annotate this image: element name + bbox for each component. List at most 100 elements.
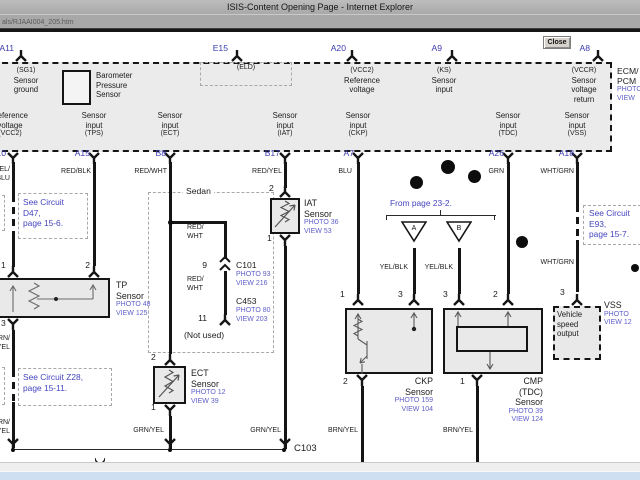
label-iat-sensor: IATSensorPHOTO 36VIEW 53 (304, 198, 339, 236)
label-ckp-sensor-line-3[interactable]: VIEW 104 (360, 406, 433, 415)
label-pin-a11-line-0[interactable]: A11 (0, 43, 14, 53)
label-wc-brnyel-1-line-0: BRN/YEL (310, 427, 358, 436)
label-vccr-line-0: (VCCR) (556, 67, 612, 76)
label-note-e93-line-2[interactable]: page 15-7. (589, 229, 630, 240)
label-cmp-2-line-0: 2 (493, 289, 498, 299)
label-note-d47-line-0[interactable]: See Circuit (23, 197, 64, 208)
label-ect-sensor-line-3[interactable]: VIEW 39 (191, 398, 226, 407)
label-ecm-pcm-line-3[interactable]: VIEW (617, 95, 640, 104)
label-c453-view-line-0[interactable]: VIEW 203 (236, 316, 268, 325)
label-vss-3-line-0: 3 (560, 287, 565, 297)
label-note-e93-line-1[interactable]: E93, (589, 219, 630, 230)
tri-b-wire (458, 248, 461, 294)
label-ecm-pcm-line-1: PCM (617, 76, 640, 86)
connector-pin-tp-pin1 (7, 266, 19, 278)
label-cmp-sensor-line-4[interactable]: VIEW 124 (470, 416, 543, 425)
label-ect-sensor-line-1: Sensor (191, 379, 226, 390)
tp-wire-b (12, 237, 15, 267)
label-iat-1: 1 (267, 233, 272, 243)
label-tp-1-line-0: 1 (1, 260, 6, 270)
label-tp-sensor-line-3[interactable]: VIEW 125 (116, 310, 151, 319)
label-input-ckp: Sensorinput(CKP) (329, 111, 387, 139)
label-wc-grnyel-4-line-0: GRN/YEL (233, 427, 281, 436)
label-ecm-pcm-line-2[interactable]: PHOTO (617, 86, 640, 95)
label-ckp-sensor-line-2[interactable]: PHOTO 159 (360, 397, 433, 406)
label-ect-sensor-line-0: ECT (191, 368, 226, 379)
b8-wire (169, 162, 172, 354)
label-pin-a7-line-0[interactable]: A7 (332, 148, 354, 158)
label-ckp-1-line-0: 1 (340, 289, 345, 299)
c103-dot-1 (11, 448, 16, 453)
label-vehicle-speed-line-0: Vehicle (557, 310, 582, 320)
label-pin-a18-line-0[interactable]: A18 (548, 148, 574, 158)
branch-triangle-a: A (401, 221, 427, 248)
connector-pin-cmp-pin3 (453, 294, 465, 306)
label-tp-sensor-line-2[interactable]: PHOTO 48 (116, 301, 151, 310)
browser-window: ISIS-Content Opening Page - Internet Exp… (0, 0, 640, 480)
label-tp-sensor-line-1: Sensor (116, 291, 151, 302)
connector-pin-ect-pin2 (164, 354, 176, 366)
label-wc-redwht-line-0: RED/WHT (119, 168, 167, 177)
label-pin-a10-line-0[interactable]: A10 (0, 148, 6, 158)
label-ckp-3: 3 (398, 289, 403, 299)
label-cmp-1-line-0: 1 (460, 376, 465, 386)
label-vss-sensor-line-1[interactable]: PHOTO (604, 311, 632, 320)
c103-line (12, 449, 286, 450)
label-cmp-sensor-line-3[interactable]: PHOTO 39 (470, 408, 543, 417)
cmp-coil-leads-symbol (443, 308, 543, 379)
label-c101-photo-line-0[interactable]: PHOTO 93 (236, 271, 271, 280)
label-pin-a7: A7 (332, 148, 354, 158)
label-note-frompage-line-0[interactable]: From page 23-2. (390, 198, 452, 209)
label-pin-b17-line-0[interactable]: B17 (254, 148, 280, 158)
label-iat-sensor-line-3[interactable]: VIEW 53 (304, 228, 339, 237)
label-wc-redwht-1-line-0: RED/ (187, 224, 204, 233)
label-pin-b8-line-0[interactable]: B8 (146, 148, 166, 158)
label-pin-a18: A18 (548, 148, 574, 158)
label-wc-redwht: RED/WHT (119, 168, 167, 177)
label-note-z28-line-0[interactable]: See Circuit Z28, (23, 372, 83, 383)
connector-pin-a9 (446, 50, 458, 62)
label-pin-a11: A11 (0, 43, 14, 53)
label-pin-a26-line-0[interactable]: A26 (478, 148, 504, 158)
label-wc-whtgrn: WHT/GRN (522, 168, 574, 177)
label-ckp-sensor-line-0: CKP (360, 376, 433, 387)
ect-thermistor-symbol (153, 366, 186, 409)
label-ect-2: 2 (151, 352, 156, 362)
label-eld: (ELD) (200, 64, 292, 73)
label-c101-view-line-0[interactable]: VIEW 216 (236, 280, 268, 289)
artifact-dot-4 (516, 236, 528, 248)
label-pin-a15-line-0[interactable]: A15 (64, 148, 90, 158)
label-iat-1-line-0: 1 (267, 233, 272, 243)
artifact-dot-5 (631, 264, 639, 272)
iat-wire-a (284, 162, 287, 188)
label-note-e93-line-0[interactable]: See Circuit (589, 208, 630, 219)
label-input-ect-line-0: Sensor (141, 111, 199, 121)
label-ect-sensor-line-2[interactable]: PHOTO 12 (191, 389, 226, 398)
label-pin-e15-line-0[interactable]: E15 (202, 43, 228, 53)
label-input-tdc-line-1: input (479, 121, 537, 131)
label-vss-sensor-line-2[interactable]: VIEW 12 (604, 319, 632, 328)
label-note-z28-line-1[interactable]: page 15-11. (23, 383, 83, 394)
label-c101: C101 (236, 260, 257, 270)
label-note-d47-line-2[interactable]: page 15-6. (23, 218, 64, 229)
close-button[interactable]: Close (543, 36, 571, 49)
label-c453-photo-line-0[interactable]: PHOTO 80 (236, 307, 271, 316)
label-input-iat: Sensorinput(IAT) (256, 111, 314, 139)
label-note-d47-line-1[interactable]: D47, (23, 208, 64, 219)
triangle-letter: A (412, 225, 417, 232)
label-pin-a9: A9 (420, 43, 442, 53)
label-pin-11: 11 (186, 313, 207, 323)
edge-fragment-1 (0, 195, 5, 231)
label-iat-sensor-line-2[interactable]: PHOTO 36 (304, 219, 339, 228)
label-wc-redyel-line-0: RED/YEL (234, 168, 282, 177)
label-sg1-line-1: Sensor (0, 76, 52, 86)
label-pin-a9-line-0[interactable]: A9 (420, 43, 442, 53)
label-pin-a20-line-0[interactable]: A20 (318, 43, 346, 53)
a18-wire-dash (576, 205, 579, 240)
connector-pin-a8 (592, 50, 604, 62)
barometer-box (62, 70, 91, 105)
label-pin-b17: B17 (254, 148, 280, 158)
label-tp-3-line-0: 3 (1, 318, 6, 328)
connector-pin-ect-pin1 (164, 404, 176, 416)
label-vcc2-top: (VCC2)Referencevoltage (326, 67, 398, 95)
